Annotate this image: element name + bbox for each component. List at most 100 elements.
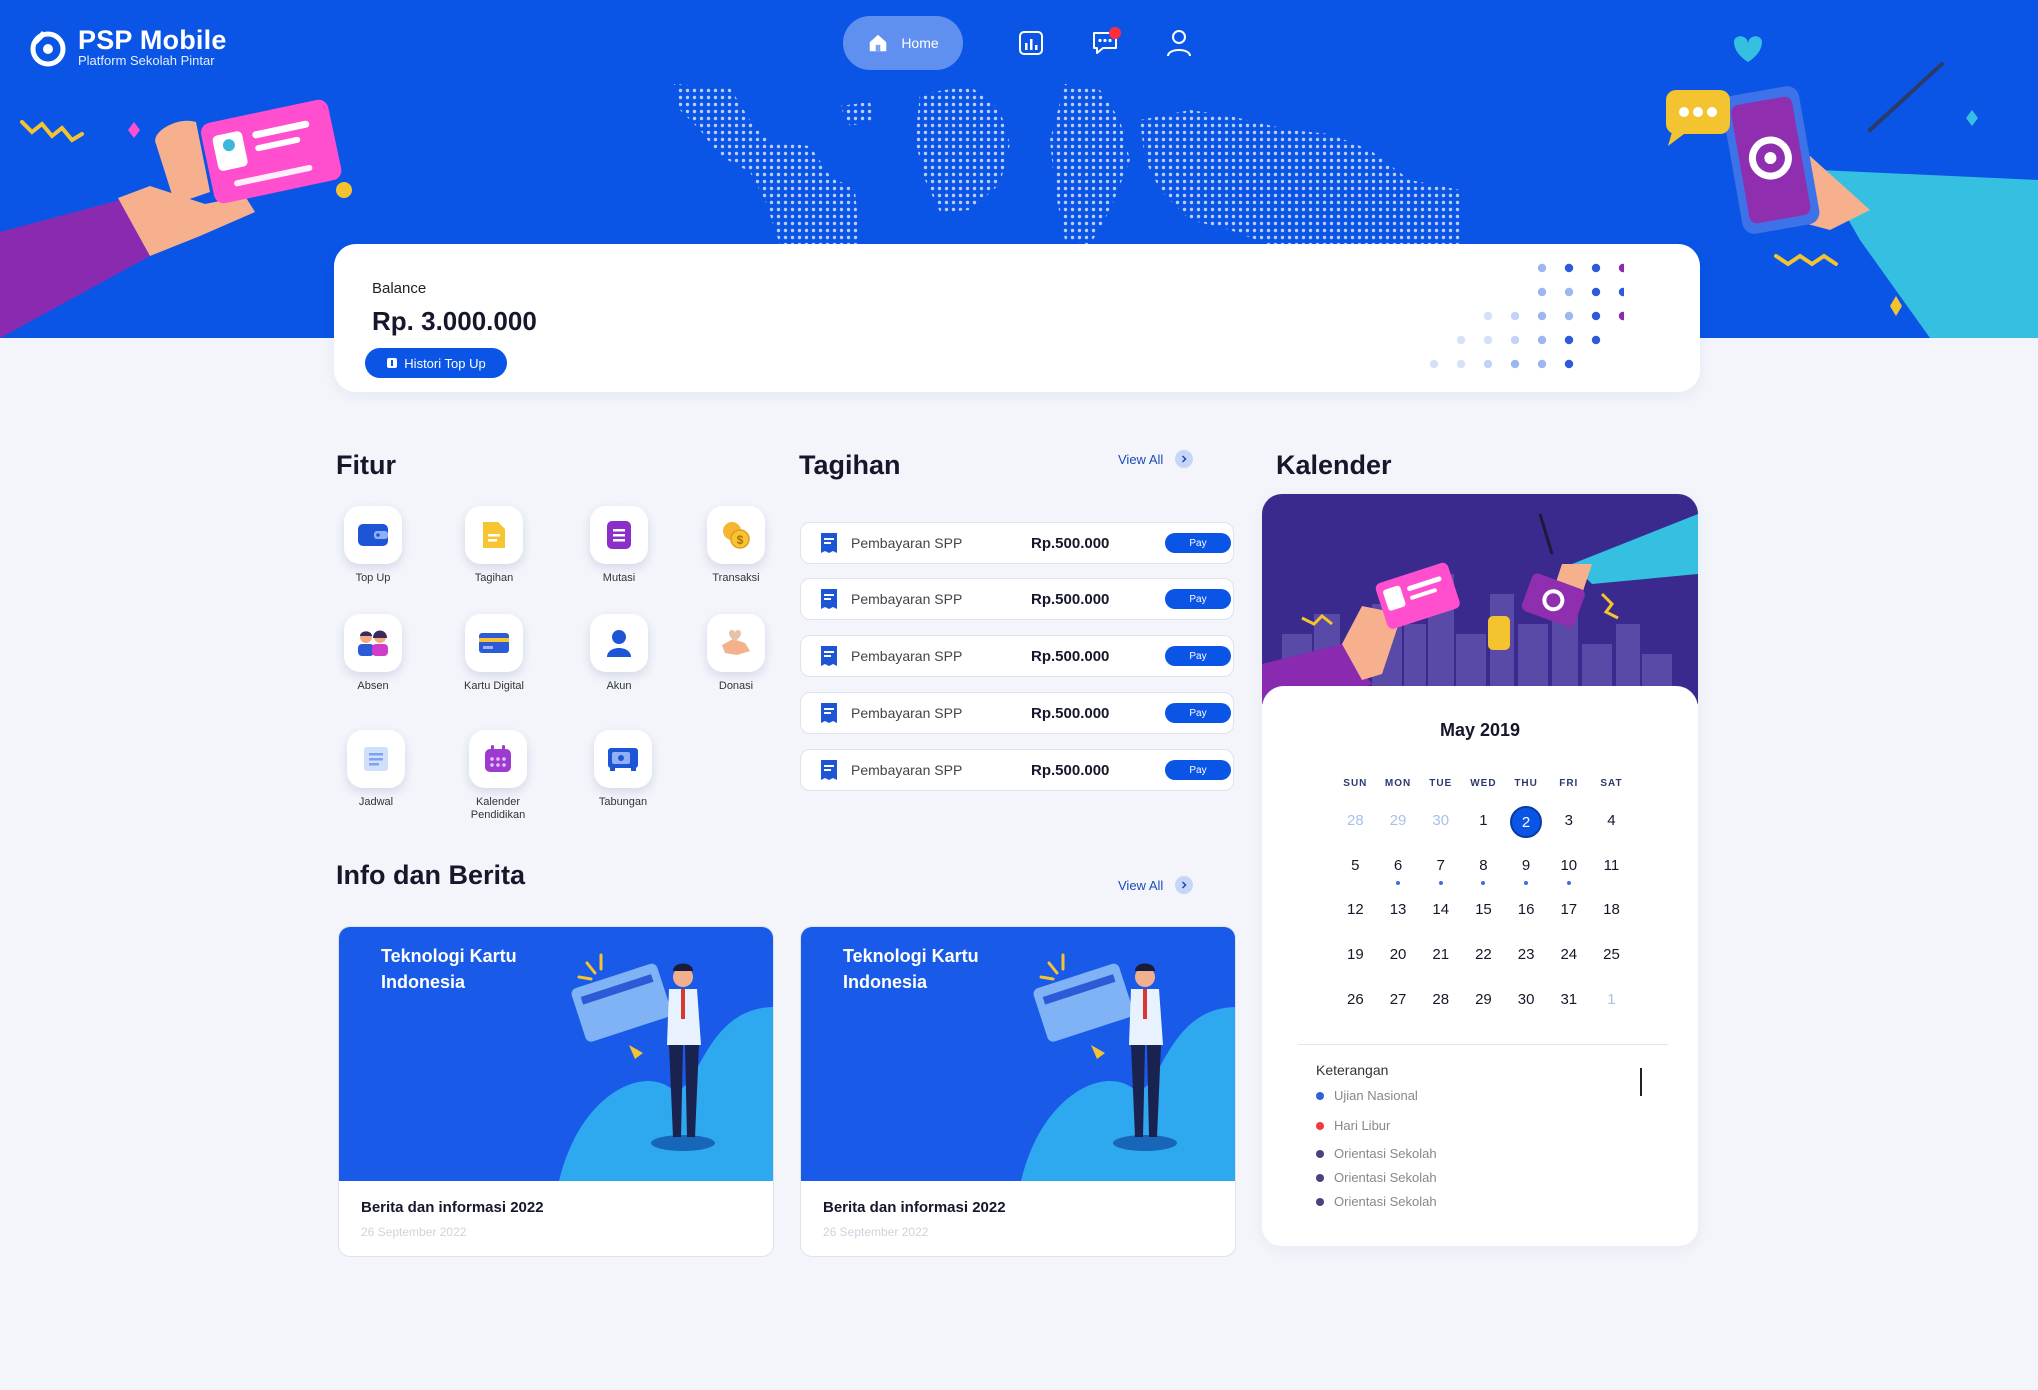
calendar-day[interactable]: 5 — [1334, 851, 1377, 881]
decor-dot — [1591, 287, 1601, 297]
pay-button[interactable]: Pay — [1165, 589, 1231, 609]
feature-tabungan[interactable]: Tabungan — [568, 730, 678, 809]
feature-top-up[interactable]: Top Up — [318, 506, 428, 585]
feature-kalender-pendidikan[interactable]: Kalender Pendidikan — [443, 730, 553, 822]
calendar-day[interactable]: 18 — [1590, 895, 1633, 925]
calendar-day[interactable]: 3 — [1547, 806, 1590, 836]
feature-donasi[interactable]: Donasi — [681, 614, 791, 693]
bill-row[interactable]: Pembayaran SPP Rp.500.000 Pay — [800, 522, 1234, 564]
legend-item: Orientasi Sekolah — [1316, 1194, 1437, 1209]
calendar-day[interactable]: 30 — [1419, 806, 1462, 836]
feature-kartu-digital[interactable]: Kartu Digital — [439, 614, 549, 693]
legend-item: Hari Libur — [1316, 1118, 1390, 1133]
calendar-day-number: 28 — [1347, 812, 1364, 830]
news-image-title: Teknologi Kartu Indonesia — [381, 946, 517, 992]
receipt-icon — [821, 760, 837, 780]
decor-dot — [1618, 287, 1624, 297]
bill-row[interactable]: Pembayaran SPP Rp.500.000 Pay — [800, 635, 1234, 677]
pay-button[interactable]: Pay — [1165, 533, 1231, 553]
calendar-day[interactable]: 16 — [1505, 895, 1548, 925]
calendar-divider — [1298, 1044, 1668, 1045]
calendar-day[interactable]: 9 — [1505, 851, 1548, 885]
calendar-day[interactable]: 28 — [1334, 806, 1377, 836]
calendar-day-number: 27 — [1389, 990, 1407, 1008]
calendar-day-number: 31 — [1560, 990, 1578, 1008]
legend-label: Orientasi Sekolah — [1334, 1146, 1437, 1161]
calendar-day-selected[interactable]: 2 — [1505, 806, 1548, 839]
histori-top-up-button[interactable]: Histori Top Up — [365, 348, 507, 378]
news-card[interactable]: Teknologi Kartu Indonesia Berita dan inf… — [800, 926, 1236, 1257]
calendar-day[interactable]: 28 — [1419, 985, 1462, 1015]
calendar-day[interactable]: 4 — [1590, 806, 1633, 836]
calendar-day[interactable]: 27 — [1377, 985, 1420, 1015]
decor-dot — [1456, 359, 1466, 369]
calendar-day[interactable]: 20 — [1377, 940, 1420, 970]
tagihan-view-all-link[interactable]: View All — [1118, 450, 1194, 468]
hand-card-illustration — [0, 99, 352, 338]
feature-label: Donasi — [718, 680, 754, 692]
receipt-icon — [821, 703, 837, 723]
bill-row[interactable]: Pembayaran SPP Rp.500.000 Pay — [800, 578, 1234, 620]
calendar-day[interactable]: 21 — [1419, 940, 1462, 970]
nav-chat-button[interactable] — [1085, 23, 1125, 63]
calendar-day[interactable]: 13 — [1377, 895, 1420, 925]
pay-button[interactable]: Pay — [1165, 703, 1231, 723]
calendar-day[interactable]: 30 — [1505, 985, 1548, 1015]
app-logo[interactable]: PSP Mobile Platform Sekolah Pintar — [28, 26, 227, 68]
berita-view-all-link[interactable]: View All — [1118, 876, 1194, 894]
calendar-day[interactable]: 8 — [1462, 851, 1505, 885]
weekday-label: TUE — [1429, 778, 1453, 789]
feature-tagihan[interactable]: Tagihan — [439, 506, 549, 585]
calendar-day[interactable]: 22 — [1462, 940, 1505, 970]
calendar-week-row: 12 13 14 15 16 17 18 — [1334, 888, 1634, 933]
nav-profile-button[interactable] — [1159, 23, 1199, 63]
news-card[interactable]: Teknologi Kartu Indonesia Berita dan inf… — [338, 926, 774, 1257]
decor-dot — [1537, 263, 1547, 273]
calendar-day[interactable]: 31 — [1547, 985, 1590, 1015]
decor-dot — [1591, 335, 1601, 345]
calendar-day[interactable]: 19 — [1334, 940, 1377, 970]
calendar-day[interactable]: 10 — [1547, 851, 1590, 885]
bill-row[interactable]: Pembayaran SPP Rp.500.000 Pay — [800, 749, 1234, 791]
calendar-day[interactable]: 24 — [1547, 940, 1590, 970]
feature-transaksi[interactable]: $ Transaksi — [681, 506, 791, 585]
calendar-day[interactable]: 29 — [1377, 806, 1420, 836]
decor-dot — [1483, 311, 1493, 321]
bill-name: Pembayaran SPP — [851, 591, 963, 607]
nav-home-button[interactable]: Home — [843, 16, 963, 70]
fitur-title: Fitur — [336, 450, 396, 480]
calendar-day[interactable]: 7 — [1419, 851, 1462, 885]
calendar-day[interactable]: 6 — [1377, 851, 1420, 885]
nav-report-button[interactable] — [1011, 23, 1051, 63]
feature-akun[interactable]: Akun — [564, 614, 674, 693]
bill-amount: Rp.500.000 — [1031, 647, 1110, 665]
calendar-day[interactable]: 1 — [1462, 806, 1505, 836]
calendar-day[interactable]: 12 — [1334, 895, 1377, 925]
calendar-day[interactable]: 25 — [1590, 940, 1633, 970]
calendar-day-number: 6 — [1393, 856, 1403, 874]
top-nav: Home — [843, 16, 1199, 70]
calendar-day-number: 18 — [1603, 901, 1620, 919]
bill-row[interactable]: Pembayaran SPP Rp.500.000 Pay — [800, 692, 1234, 734]
calendar-day[interactable]: 1 — [1590, 985, 1633, 1015]
legend-dot — [1316, 1121, 1324, 1130]
app-name: PSP Mobile — [78, 25, 227, 55]
feature-absen[interactable]: Absen — [318, 614, 428, 693]
bill-amount: Rp.500.000 — [1031, 761, 1110, 779]
calendar-day[interactable]: 29 — [1462, 985, 1505, 1015]
pay-button[interactable]: Pay — [1165, 760, 1231, 780]
calendar-day[interactable]: 23 — [1505, 940, 1548, 970]
calendar-day[interactable]: 26 — [1334, 985, 1377, 1015]
chevron-right-icon — [1175, 876, 1194, 894]
calendar-day[interactable]: 15 — [1462, 895, 1505, 925]
pay-button[interactable]: Pay — [1165, 646, 1231, 666]
legend-scrollbar[interactable] — [1640, 1068, 1642, 1096]
feature-mutasi[interactable]: Mutasi — [564, 506, 674, 585]
calendar-day-number: 26 — [1347, 990, 1364, 1008]
legend-dot — [1316, 1173, 1324, 1182]
people-icon — [358, 630, 388, 656]
feature-jadwal[interactable]: Jadwal — [321, 730, 431, 809]
calendar-day[interactable]: 17 — [1547, 895, 1590, 925]
calendar-day[interactable]: 11 — [1590, 851, 1633, 881]
calendar-day[interactable]: 14 — [1419, 895, 1462, 925]
